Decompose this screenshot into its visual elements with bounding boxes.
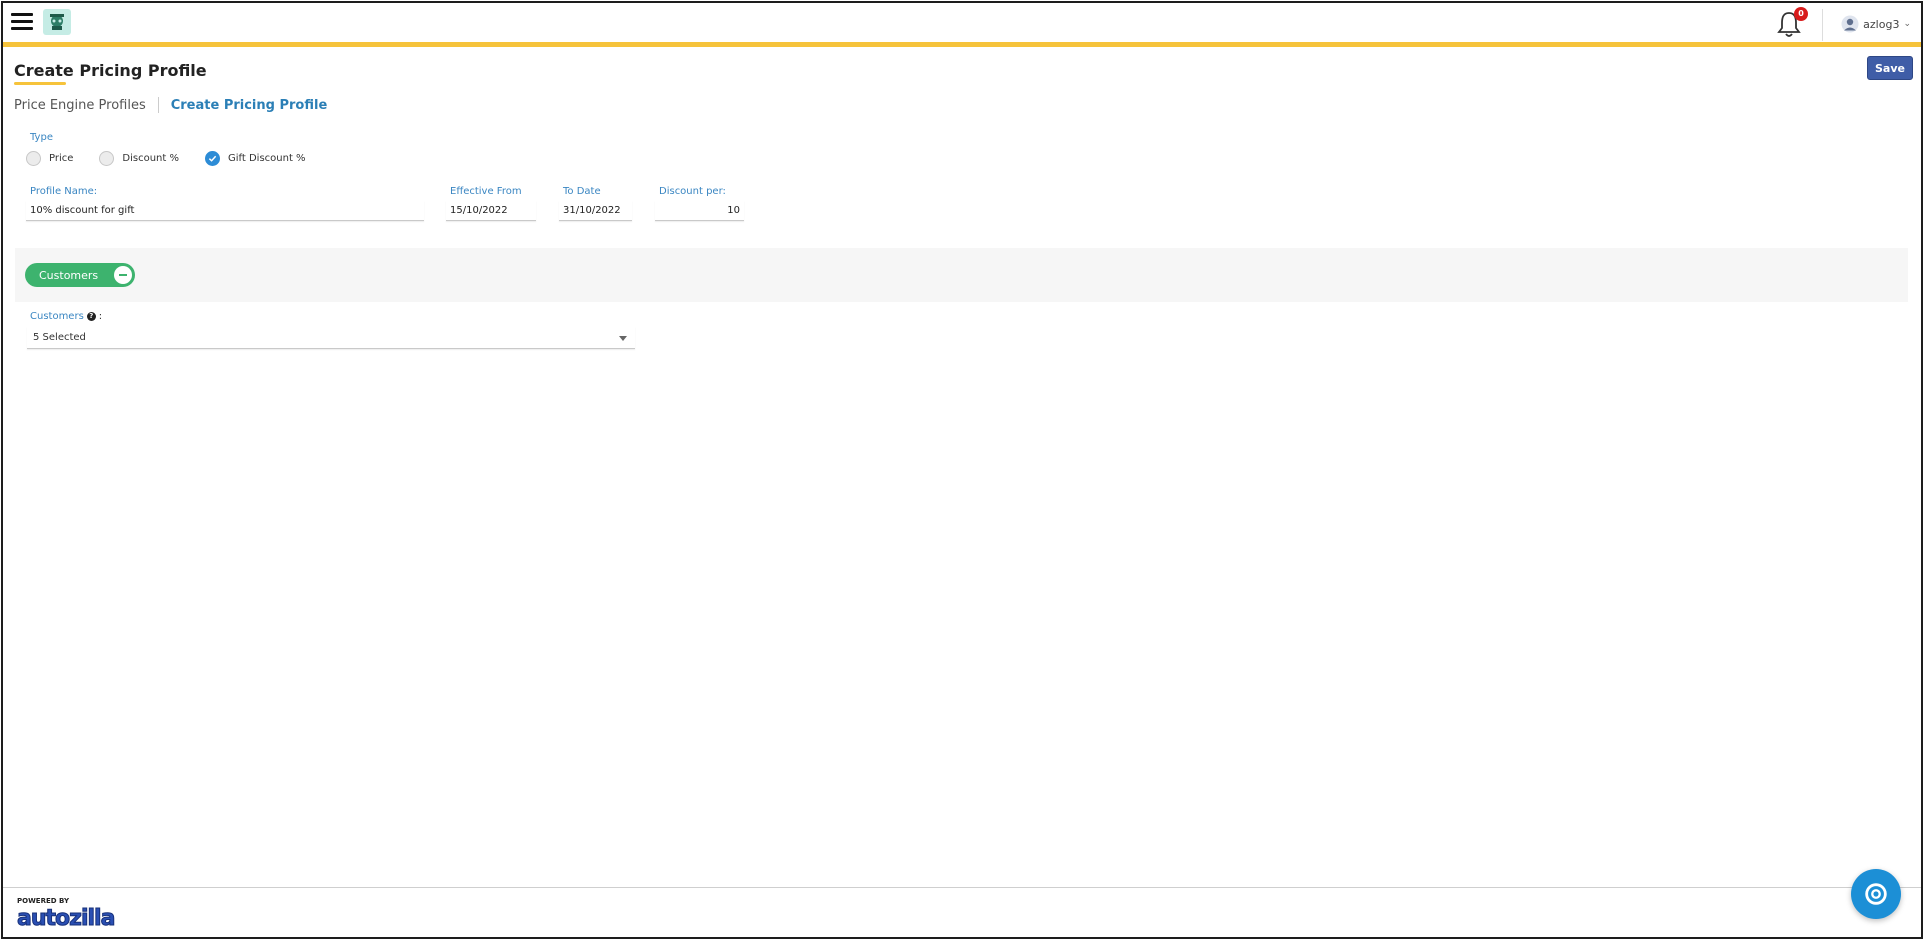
customers-panel: Customers [15, 248, 1908, 302]
caret-down-icon [619, 336, 627, 341]
customers-field-label: Customers ? : [30, 311, 102, 322]
radio-circle-icon [99, 151, 115, 166]
page-title: Create Pricing Profile [14, 61, 207, 80]
breadcrumb-current: Create Pricing Profile [170, 97, 328, 113]
customers-pill-label: Customers [39, 268, 99, 282]
autozilla-logo: autozilla [16, 906, 115, 932]
notification-bell-icon[interactable]: 0 [1775, 7, 1808, 39]
customers-select[interactable]: 5 Selected [27, 327, 635, 349]
info-icon[interactable]: ? [86, 312, 96, 321]
effective-from-input[interactable]: 15/10/2022 [446, 201, 536, 221]
effective-from-label: Effective From [450, 186, 522, 197]
radio-label: Price [49, 153, 74, 164]
radio-discount-percent[interactable]: Discount % [99, 151, 179, 166]
app-logo-icon[interactable] [43, 9, 71, 35]
customers-selected-value: 5 Selected [33, 332, 86, 343]
radio-label: Gift Discount % [228, 153, 306, 164]
customers-label-colon: : [98, 311, 103, 322]
type-label: Type [30, 132, 53, 143]
user-menu[interactable]: azlog3 ⌄ [1841, 13, 1911, 35]
checkmark-icon [205, 151, 220, 166]
username: azlog3 [1863, 17, 1900, 31]
save-button[interactable]: Save [1867, 56, 1913, 80]
customers-label-text: Customers [30, 311, 84, 322]
notification-count-badge: 0 [1794, 7, 1808, 21]
breadcrumb-price-engine-profiles[interactable]: Price Engine Profiles [14, 98, 146, 113]
minus-icon[interactable] [114, 266, 132, 284]
chevron-down-icon: ⌄ [1903, 19, 1911, 29]
header-divider [1822, 9, 1823, 41]
title-underline [14, 82, 66, 85]
chat-widget-button[interactable] [1851, 869, 1901, 919]
chat-at-icon [1865, 883, 1887, 905]
to-date-label: To Date [563, 186, 601, 197]
radio-price[interactable]: Price [26, 151, 73, 166]
breadcrumb-separator [157, 97, 159, 113]
to-date-input[interactable]: 31/10/2022 [559, 201, 632, 221]
customers-toggle-button[interactable]: Customers [25, 263, 135, 287]
powered-by-text: POWERED BY [17, 897, 70, 905]
radio-circle-icon [26, 151, 41, 166]
user-avatar-icon [1841, 15, 1859, 33]
profile-name-label: Profile Name: [30, 186, 98, 197]
type-radio-group: Price Discount % Gift Discount % [26, 151, 332, 166]
discount-per-label: Discount per: [659, 186, 726, 197]
radio-label: Discount % [122, 153, 179, 164]
profile-name-input[interactable]: 10% discount for gift [26, 201, 424, 221]
footer: POWERED BY autozilla [3, 887, 1921, 937]
breadcrumb: Price Engine Profiles Create Pricing Pro… [14, 95, 327, 115]
top-bar: 0 azlog3 ⌄ [3, 3, 1921, 47]
discount-per-input[interactable]: 10 [655, 201, 744, 221]
hamburger-menu-icon[interactable] [11, 13, 33, 31]
app-frame: 0 azlog3 ⌄ Create Pricing Profile Save P… [1, 1, 1923, 939]
radio-gift-discount-percent[interactable]: Gift Discount % [205, 151, 306, 166]
